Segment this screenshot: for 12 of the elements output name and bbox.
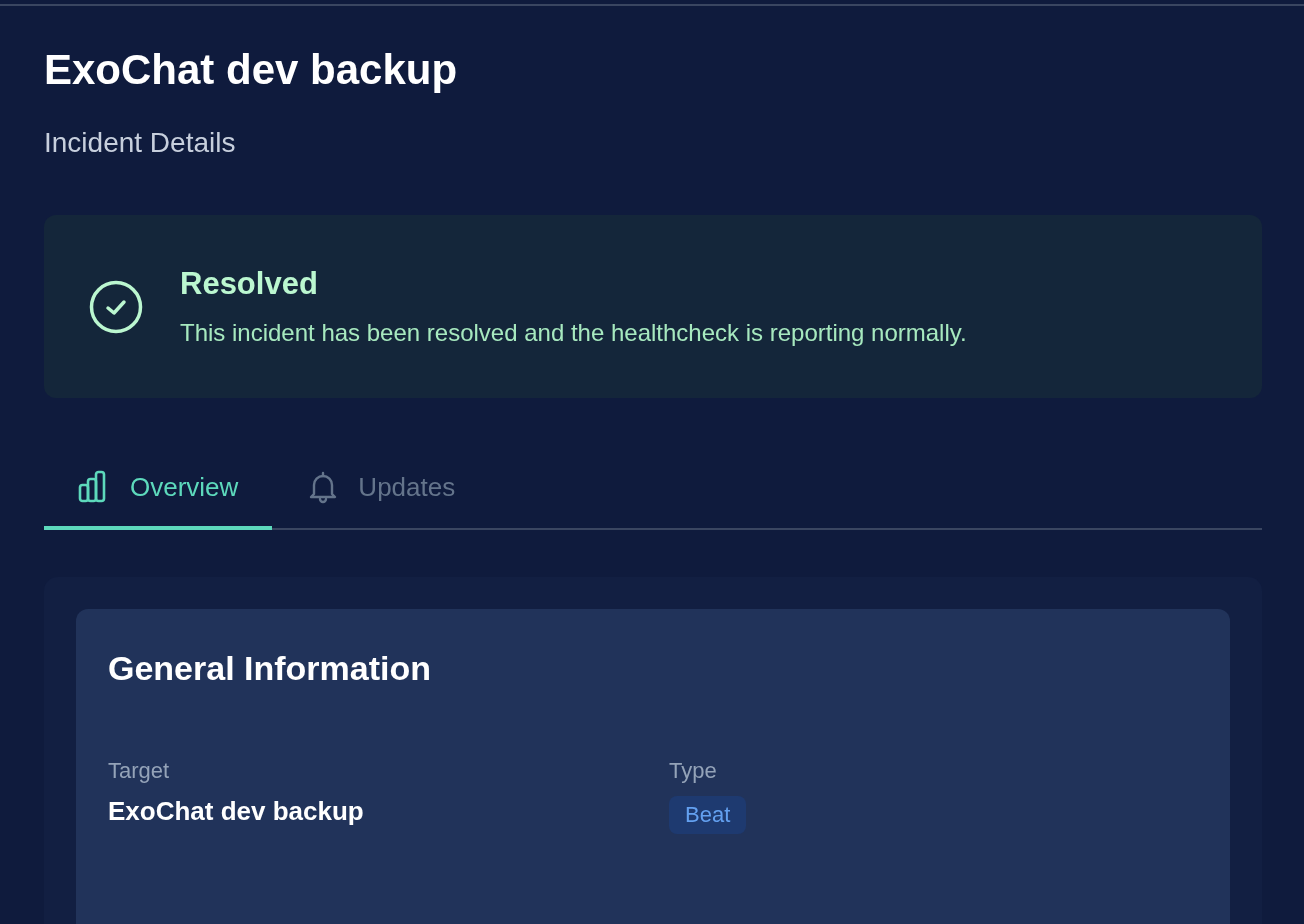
field-value: ExoChat dev backup xyxy=(108,796,365,827)
page-title: ExoChat dev backup xyxy=(44,45,459,95)
alert-message: This incident has been resolved and the healthcheck is reporting normally. xyxy=(180,318,967,348)
type-badge: Beat xyxy=(669,796,747,834)
field-label: Target xyxy=(108,758,171,784)
check-circle-icon xyxy=(88,278,144,335)
tab[interactable]: Overview xyxy=(44,460,273,530)
tab[interactable]: Updates xyxy=(272,460,490,530)
card-title: General Information xyxy=(108,649,433,688)
field-label: Type xyxy=(669,758,718,784)
page-subtitle: Incident Details xyxy=(44,126,237,160)
alert-title: Resolved xyxy=(180,265,319,303)
